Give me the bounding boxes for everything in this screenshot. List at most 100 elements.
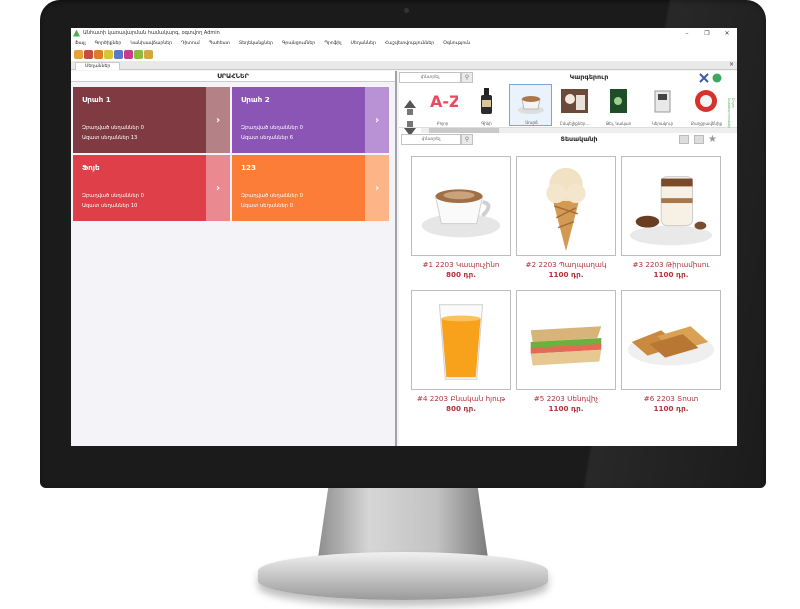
app-window: Անհատի կառավարման համակարգ, օգտվող Admin… bbox=[71, 28, 737, 446]
menu-item[interactable]: Տեղեկանքներ bbox=[239, 41, 273, 46]
category-tea[interactable]: Թեյ, Կակաո bbox=[597, 84, 640, 126]
coffee-cup-icon bbox=[411, 156, 511, 256]
product-price: 800 դր. bbox=[446, 404, 476, 413]
settings-icon[interactable] bbox=[134, 50, 143, 59]
home-icon[interactable] bbox=[74, 50, 83, 59]
maximize-button[interactable]: ❐ bbox=[697, 30, 717, 37]
webcam bbox=[404, 8, 409, 13]
category-dessert[interactable]: Քաղցրավենիք bbox=[685, 84, 728, 126]
hall-occupied: Զբաղված սեղաններ 0 bbox=[82, 193, 144, 199]
tab-tables[interactable]: Սեղաններ bbox=[75, 62, 121, 70]
hall-name: Սրահ 2 bbox=[241, 95, 270, 104]
tea-icon bbox=[610, 89, 627, 113]
orders-icon[interactable] bbox=[84, 50, 93, 59]
product-card[interactable]: #2 2203 Պաղպաղակ 1100 դր. bbox=[516, 156, 616, 284]
search-icon[interactable]: ⚲ bbox=[461, 134, 473, 145]
product-card[interactable]: #3 2203 Թիրամիսու 1100 դր. bbox=[621, 156, 721, 284]
hall-free: Ազատ սեղաններ 0 bbox=[241, 203, 294, 209]
product-card[interactable]: #6 2203 Տոստ 1100 դր. bbox=[621, 290, 721, 418]
menu-item[interactable]: Կանխավճարներ bbox=[130, 41, 172, 46]
hall-free: Ազատ սեղաններ 13 bbox=[82, 135, 138, 141]
monitor-stand-neck bbox=[318, 488, 488, 558]
menu-item[interactable]: Սեղաններ bbox=[351, 41, 376, 46]
category-label: Կերակուր bbox=[651, 121, 674, 126]
product-card[interactable]: #1 2203 Կապուչինո 800 դր. bbox=[411, 156, 511, 284]
toast-icon bbox=[621, 290, 721, 390]
drinks-icon bbox=[561, 89, 588, 113]
az-sort-icon: A-Z bbox=[430, 92, 458, 111]
category-all[interactable]: A-Z Բոլոր bbox=[421, 84, 464, 126]
halls-panel: ՍՐԱՀՆԵՐ Սրահ 1 Զբաղված սեղաններ 0 Ազատ ս… bbox=[71, 71, 397, 446]
product-name: #1 2203 Կապուչինո bbox=[422, 260, 500, 269]
toolbar bbox=[71, 48, 737, 61]
product-price: 800 դր. bbox=[446, 270, 476, 279]
hall-occupied: Զբաղված սեղաններ 0 bbox=[241, 193, 303, 199]
product-card[interactable]: #4 2203 Բնական հյութ 800 դր. bbox=[411, 290, 511, 418]
svg-text:A-Z: A-Z bbox=[430, 92, 458, 111]
product-name: #5 2203 Սենդվիչ bbox=[533, 394, 599, 403]
hall-tile[interactable]: Սրահ 1 Զբաղված սեղաններ 0 Ազատ սեղաններ … bbox=[73, 87, 230, 153]
monitor-stand-base bbox=[258, 552, 548, 600]
menu-item[interactable]: Գրանցումներ bbox=[282, 41, 315, 46]
product-name: #2 2203 Պաղպաղակ bbox=[525, 260, 607, 269]
scroll-thumb[interactable] bbox=[429, 128, 499, 133]
category-food[interactable]: Կերակուր bbox=[641, 84, 684, 126]
category-strip: A-Z Բոլոր Գինի Սուրճ Ըմպելիքներ... Թեյ, … bbox=[399, 84, 737, 136]
hall-name: 123 bbox=[241, 163, 257, 172]
product-price: 1100 դր. bbox=[653, 270, 689, 279]
window-title: Անհատի կառավարման համակարգ, օգտվող Admin bbox=[83, 30, 220, 36]
menu-item[interactable]: Գործիքներ bbox=[95, 41, 122, 46]
stats-icon[interactable] bbox=[124, 50, 133, 59]
list-view-icon[interactable] bbox=[679, 135, 689, 144]
kitchen-icon[interactable] bbox=[94, 50, 103, 59]
menu-item[interactable]: Պրոֆիլ bbox=[324, 41, 341, 46]
product-name: #4 2203 Բնական հյութ bbox=[416, 394, 506, 403]
tile-view-icon[interactable] bbox=[694, 135, 704, 144]
hall-occupied: Զբաղված սեղաններ 0 bbox=[241, 125, 303, 131]
hall-free: Ազատ սեղաններ 6 bbox=[241, 135, 294, 141]
grid-view-icon[interactable] bbox=[699, 73, 709, 83]
hall-tile[interactable]: Ֆոյե Զբաղված սեղաններ 0 Ազատ սեղաններ 10… bbox=[73, 155, 230, 221]
hall-tile[interactable]: 123 Զբաղված սեղաններ 0 Ազատ սեղաններ 0 › bbox=[232, 155, 389, 221]
menu-item[interactable]: Հաշվետվություններ bbox=[385, 41, 434, 46]
chevron-right-icon[interactable]: › bbox=[206, 155, 230, 221]
chevron-right-icon[interactable]: › bbox=[365, 155, 389, 221]
category-label: Բոլոր bbox=[436, 121, 449, 126]
category-label: Սուրճ bbox=[525, 120, 538, 125]
hall-free: Ազատ սեղաններ 10 bbox=[82, 203, 138, 209]
hall-tile[interactable]: Սրահ 2 Զբաղված սեղաններ 0 Ազատ սեղաններ … bbox=[232, 87, 389, 153]
category-scrollbar[interactable] bbox=[421, 128, 737, 133]
chevron-right-icon[interactable]: › bbox=[206, 87, 230, 153]
category-drinks[interactable]: Ըմպելիքներ... bbox=[553, 84, 596, 126]
globe-icon[interactable] bbox=[114, 50, 123, 59]
category-label: Ըմպելիքներ... bbox=[559, 121, 590, 126]
wine-bottle-icon bbox=[481, 88, 492, 114]
menu-bar: Ֆայլ Գործիքներ Կանխավճարներ Դիտում Պահես… bbox=[71, 38, 737, 48]
sort-icon[interactable] bbox=[401, 98, 419, 138]
reports-icon[interactable] bbox=[144, 50, 153, 59]
minimize-button[interactable]: – bbox=[677, 30, 697, 37]
favorite-star-icon[interactable]: ★ bbox=[708, 134, 717, 145]
product-price: 1100 դր. bbox=[548, 404, 584, 413]
tab-close-button[interactable]: × bbox=[729, 61, 734, 69]
category-coffee[interactable]: Սուրճ bbox=[509, 84, 552, 126]
menu-item[interactable]: Պահեստ bbox=[209, 41, 230, 46]
cash-icon[interactable] bbox=[104, 50, 113, 59]
close-button[interactable]: ✕ bbox=[717, 30, 737, 37]
product-card[interactable]: #5 2203 Սենդվիչ 1100 դր. bbox=[516, 290, 616, 418]
category-search-input[interactable]: փնտրել bbox=[399, 72, 461, 83]
category-wine[interactable]: Գինի bbox=[465, 84, 508, 126]
product-search-input[interactable]: փնտրել bbox=[401, 134, 461, 145]
menu-item[interactable]: Օգնություն bbox=[443, 41, 470, 46]
product-price: 1100 դր. bbox=[653, 404, 689, 413]
refresh-icon[interactable] bbox=[712, 73, 722, 83]
search-icon[interactable]: ⚲ bbox=[461, 72, 473, 83]
tiramisu-icon bbox=[621, 156, 721, 256]
category-label: Գինի bbox=[481, 121, 492, 126]
app-logo-icon bbox=[73, 29, 80, 37]
products-panel: փնտրել ⚲ Կարգերուր A-Z Բոլոր Գինի Սուրճ … bbox=[399, 71, 737, 446]
menu-item[interactable]: Ֆայլ bbox=[75, 41, 86, 46]
chevron-right-icon[interactable]: › bbox=[365, 87, 389, 153]
title-bar: Անհատի կառավարման համակարգ, օգտվող Admin… bbox=[71, 28, 737, 38]
menu-item[interactable]: Դիտում bbox=[181, 41, 200, 46]
